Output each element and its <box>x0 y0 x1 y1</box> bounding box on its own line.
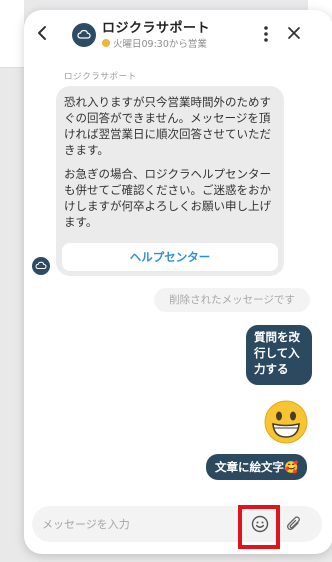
sender-name: ロジクラサポート <box>64 72 137 82</box>
back-chevron-icon[interactable] <box>34 24 52 42</box>
chat-widget: ロジクラサポート 火曜日09:30から営業 ロジクラサポート 恐れ入りますが只今… <box>24 10 332 554</box>
auto-reply-bubble: 恐れ入りますが只今営業時間外のためすぐの回答ができません。メッセージを頂ければ翌… <box>56 86 284 276</box>
deleted-message: 削除されたメッセージです <box>154 288 310 312</box>
auto-reply-paragraph-1: 恐れ入りますが只今営業時間外のためすぐの回答ができません。メッセージを頂ければ翌… <box>64 95 271 157</box>
auto-reply-paragraph-2: お急ぎの場合、ロジクラヘルプセンターも併せてご確認ください。ご迷惑をおかけします… <box>64 167 271 229</box>
close-icon[interactable] <box>286 25 302 41</box>
chat-title: ロジクラサポート <box>102 21 211 36</box>
support-avatar <box>32 257 50 275</box>
page-background-left <box>0 0 24 68</box>
help-center-button[interactable]: ヘルプセンター <box>62 243 278 271</box>
cloud-logo-icon <box>77 29 91 39</box>
business-hours-status: 火曜日09:30から営業 <box>102 36 207 50</box>
paperclip-icon[interactable] <box>284 514 304 534</box>
brand-logo <box>72 23 96 47</box>
message-input[interactable] <box>42 514 232 534</box>
user-message-multiline: 質問を改行して入力する <box>246 325 312 385</box>
status-text: 火曜日09:30から営業 <box>113 39 207 50</box>
cloud-avatar-icon <box>35 261 47 269</box>
emoji-button-highlight <box>238 505 280 549</box>
user-message-with-emoji: 文章に絵文字🥰 <box>206 454 308 480</box>
grinning-face-emoji-icon <box>264 400 308 444</box>
kebab-menu-icon[interactable] <box>260 24 272 44</box>
chat-header: ロジクラサポート 火曜日09:30から営業 <box>24 10 332 58</box>
status-dot-icon <box>102 39 110 47</box>
